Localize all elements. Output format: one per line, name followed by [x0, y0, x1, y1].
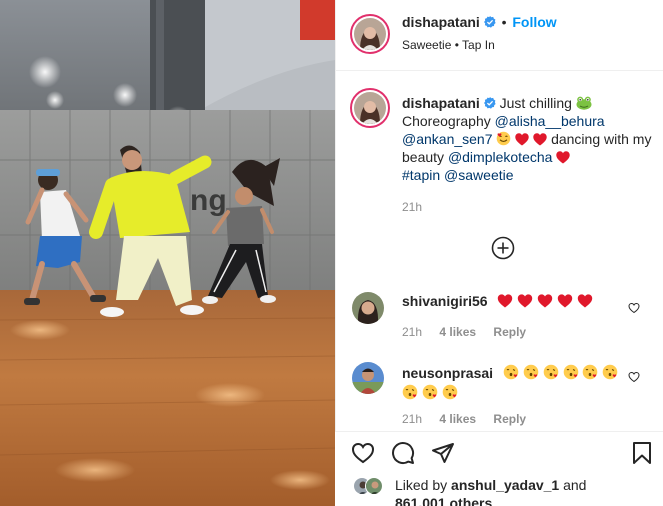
- red-heart-emoji-icon: [515, 133, 529, 146]
- heart-outline-icon[interactable]: [351, 441, 375, 465]
- caption-username[interactable]: dishapatani: [402, 95, 480, 111]
- verified-badge-icon: [483, 16, 496, 28]
- follow-button[interactable]: Follow: [512, 14, 556, 30]
- mention-link[interactable]: @alisha__behura: [495, 113, 605, 129]
- author-avatar[interactable]: [350, 14, 390, 54]
- face-blowing-kiss-emoji-icon: [503, 364, 519, 380]
- red-heart-emoji-icon: [556, 151, 571, 164]
- red-heart-emoji-icon: [577, 294, 593, 308]
- verified-badge-icon: [483, 97, 496, 109]
- liked-by-others[interactable]: 861,001 others: [395, 495, 492, 506]
- mention-link[interactable]: @saweetie: [444, 167, 513, 183]
- avatar-photo-icon: [352, 292, 384, 324]
- comment-username[interactable]: shivanigiri56: [402, 293, 488, 309]
- face-blowing-kiss-emoji-icon: [583, 364, 598, 380]
- comment-timestamp[interactable]: 21h: [402, 325, 422, 339]
- frog-emoji-icon: [576, 96, 592, 110]
- mention-link[interactable]: @ankan_sen7: [402, 131, 493, 147]
- face-blowing-kiss-emoji-icon: [422, 384, 438, 400]
- red-heart-emoji-icon: [498, 294, 513, 308]
- face-blowing-kiss-emoji-icon: [543, 364, 559, 380]
- red-heart-emoji-icon: [518, 294, 533, 308]
- comment-reply-button[interactable]: Reply: [493, 412, 526, 426]
- header-separator: •: [501, 14, 507, 30]
- audio-track[interactable]: Tap In: [462, 38, 495, 52]
- face-blowing-kiss-emoji-icon: [442, 384, 458, 400]
- face-blowing-kiss-emoji-icon: [523, 364, 539, 380]
- red-heart-emoji-icon: [538, 294, 553, 308]
- avatar-photo-icon: [354, 18, 386, 50]
- comment-like-icon[interactable]: [628, 302, 640, 314]
- audio-info: Saweetie • Tap In: [402, 38, 495, 52]
- face-blowing-kiss-emoji-icon: [603, 364, 618, 380]
- liked-by-user[interactable]: anshul_yadav_1: [451, 477, 559, 493]
- paper-plane-icon[interactable]: [431, 441, 455, 465]
- caption-avatar[interactable]: [350, 88, 390, 128]
- dance-studio-scene: ng: [0, 0, 335, 506]
- post-action-bar: Liked by anshul_yadav_1 and 861,001 othe…: [335, 431, 663, 506]
- smiling-face-hearts-emoji-icon: [497, 131, 511, 146]
- comment-reply-button[interactable]: Reply: [493, 325, 526, 339]
- wall-sign-text: ng: [190, 184, 227, 217]
- liked-by-summary: Liked by anshul_yadav_1 and 861,001 othe…: [395, 476, 655, 506]
- avatar-photo-icon: [354, 92, 386, 124]
- liked-by-prefix: Liked by: [395, 477, 448, 493]
- caption-timestamp[interactable]: 21h: [402, 200, 422, 214]
- comment-bubble-icon[interactable]: [391, 441, 415, 465]
- post-header: dishapatani • Follow Saweetie • Tap In: [336, 0, 663, 71]
- load-more-comments-icon: [491, 236, 515, 260]
- red-heart-emoji-icon: [557, 294, 573, 308]
- liker-avatar[interactable]: [365, 477, 383, 495]
- face-blowing-kiss-emoji-icon: [402, 384, 418, 400]
- comment-likes[interactable]: 4 likes: [439, 412, 476, 426]
- audio-artist[interactable]: Saweetie: [402, 38, 451, 52]
- caption-line2: Choreography: [402, 113, 491, 129]
- face-blowing-kiss-emoji-icon: [563, 364, 578, 380]
- post-video[interactable]: ng: [0, 0, 335, 506]
- avatar-photo-icon: [366, 478, 382, 494]
- audio-separator: •: [454, 38, 459, 52]
- comment-timestamp[interactable]: 21h: [402, 412, 422, 426]
- comment-likes[interactable]: 4 likes: [439, 325, 476, 339]
- avatar-photo-icon: [352, 362, 384, 394]
- instagram-post-view: ng dishapatani • Follow Saweetie • Tap I…: [0, 0, 663, 506]
- hashtag-link[interactable]: #tapin: [402, 167, 440, 183]
- caption-line1: Just chilling: [499, 95, 572, 111]
- comment-username[interactable]: neusonprasai: [402, 365, 493, 381]
- load-more-comments-button[interactable]: [491, 236, 515, 263]
- liked-by-suffix: and: [563, 477, 587, 493]
- commenter-avatar[interactable]: [352, 292, 384, 324]
- red-heart-emoji-icon: [533, 133, 547, 146]
- commenter-avatar[interactable]: [352, 362, 384, 394]
- caption-text: dishapatani Just chilling Choreography @…: [402, 94, 654, 184]
- comment-like-icon[interactable]: [628, 371, 640, 383]
- mention-link[interactable]: @dimplekotecha: [448, 149, 553, 165]
- bookmark-icon[interactable]: [631, 441, 653, 465]
- author-username[interactable]: dishapatani: [402, 14, 480, 30]
